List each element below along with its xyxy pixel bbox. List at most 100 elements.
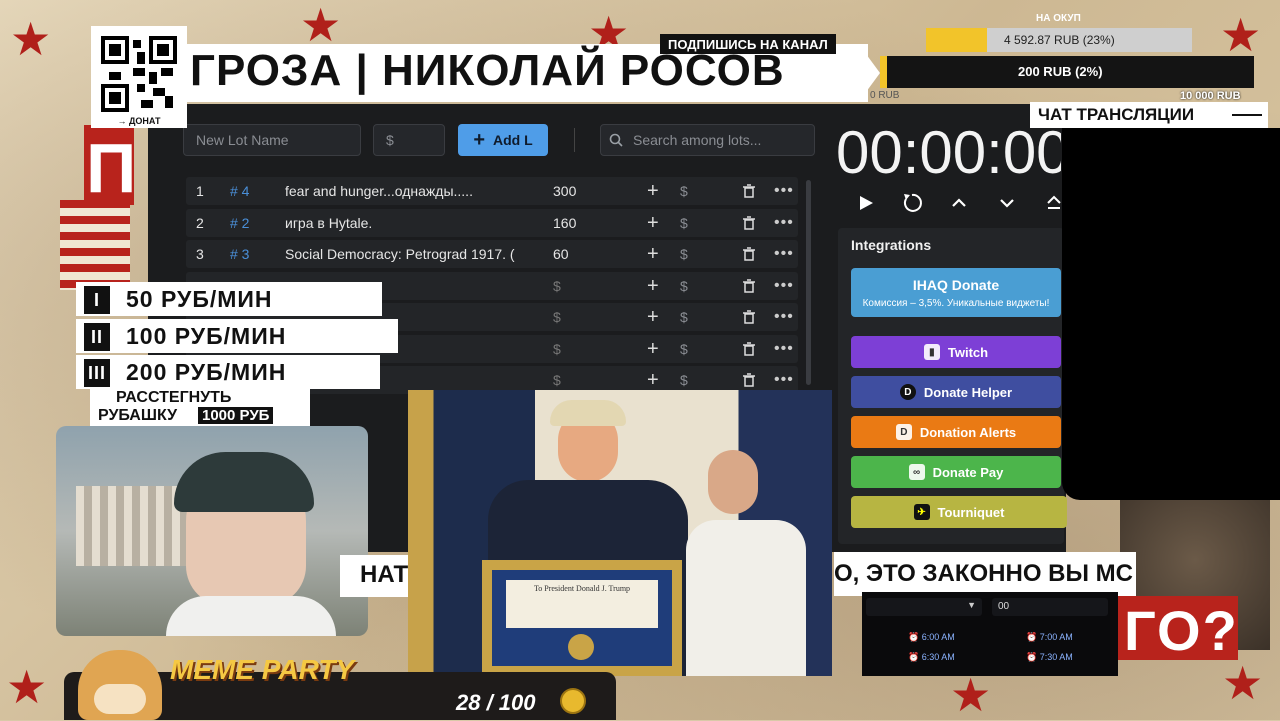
goal-label: НА ОКУП [1036,13,1081,24]
dollar-icon[interactable]: $ [680,246,688,262]
alarm-time[interactable]: ⏰ 6:00 AM [908,632,955,643]
ticker-left-box: НАТ [340,555,410,597]
lot-name-input[interactable]: New Lot Name [183,124,361,156]
doge-icon [78,650,162,720]
add-amount-button[interactable]: + [647,338,659,361]
donate-helper-icon: D [899,384,916,400]
dollar-icon[interactable]: $ [680,215,688,231]
lot-row[interactable]: 3 # 3 Social Democracy: Petrograd 1917. … [186,240,798,268]
lot-amount[interactable]: $ [553,372,561,388]
poster-word-left: П [86,129,137,207]
lot-amount[interactable]: 160 [553,215,576,231]
more-icon[interactable]: ••• [774,340,794,358]
add-amount-button[interactable]: + [647,212,659,235]
lot-price-input[interactable]: $ [373,124,445,156]
add-amount-button[interactable]: + [647,306,659,329]
lot-name[interactable]: fear and hunger...однажды..... [285,183,519,199]
lots-scrollbar[interactable] [806,180,811,385]
alarm-time[interactable]: ⏰ 6:30 AM [908,652,955,663]
lot-amount[interactable]: $ [553,278,561,294]
trash-icon[interactable] [742,247,756,261]
tourniquet-icon: ✈ [913,504,930,520]
donate-pay-button[interactable]: ∞ Donate Pay [851,456,1061,488]
lot-number: 2 [196,215,204,231]
trash-icon[interactable] [742,310,756,324]
search-input[interactable]: Search among lots... [600,124,815,156]
alarm-hour-input[interactable]: 00 [992,598,1108,616]
tourniquet-button[interactable]: ✈ Tourniquet [851,496,1067,528]
donate-helper-button[interactable]: D Donate Helper [851,376,1061,408]
meme-count: 28 / 100 [456,690,536,715]
alarm-time[interactable]: ⏰ 7:00 AM [1026,632,1073,643]
reset-icon[interactable] [901,192,923,214]
lot-id: # 2 [230,215,250,231]
qr-code-icon[interactable] [101,36,177,112]
tourniquet-label: Tourniquet [937,504,1005,520]
shirt-line2: РУБАШКУ [98,407,178,424]
play-icon[interactable] [857,194,875,212]
tier-number: III [82,357,112,389]
lot-name[interactable]: игра в Hytale. [285,215,519,231]
donate-pay-icon: ∞ [908,464,925,480]
dollar-icon[interactable]: $ [680,372,688,388]
trash-icon[interactable] [742,279,756,293]
alarm-select[interactable]: ▼ [866,598,982,616]
more-icon[interactable]: ••• [774,277,794,295]
search-icon [609,133,623,147]
price-tier: III 200 РУБ/МИН [76,355,380,389]
star-icon: ★ [950,669,992,721]
lot-row[interactable]: 2 # 2 игра в Hytale. 160 + $ ••• [186,209,798,237]
add-amount-button[interactable]: + [647,369,659,392]
more-icon[interactable]: ••• [774,308,794,326]
trash-icon[interactable] [742,216,756,230]
chevron-up-icon[interactable] [950,195,968,211]
chevron-down-icon[interactable] [998,195,1016,211]
twitch-icon: ▮ [923,344,940,360]
double-chevron-up-icon[interactable] [1045,194,1063,212]
tier-number: II [82,321,112,353]
lot-amount[interactable]: 60 [553,246,569,262]
more-icon[interactable]: ••• [774,214,794,232]
lot-name[interactable]: Social Democracy: Petrograd 1917. ( [285,246,519,262]
star-icon: ★ [1222,657,1264,709]
ihaq-donate-label: IHAQ Donate [912,277,1000,293]
donation-alerts-icon: D [895,424,912,440]
lot-amount[interactable]: $ [553,341,561,357]
ihaq-donate-button[interactable]: IHAQ Donate Комиссия – 3,5%. Уникальные … [851,268,1061,317]
ticker-right-text: О, ЭТО ЗАКОННО ВЫ МС [834,560,1133,587]
tier-label: 200 РУБ/МИН [126,358,287,385]
subscribe-banner: ПОДПИШИСЬ НА КАНАЛ [660,34,836,54]
more-icon[interactable]: ••• [774,245,794,263]
lot-id: # 4 [230,183,250,199]
lot-amount[interactable]: $ [553,309,561,325]
lot-id: # 3 [230,246,250,262]
trash-icon[interactable] [742,342,756,356]
timer-display: 00:00:00 [836,119,1061,186]
goal-amount: 4 592.87 RUB (23%) [1004,33,1115,47]
tier-label: 50 РУБ/МИН [126,285,273,312]
dollar-icon[interactable]: $ [680,341,688,357]
donate-helper-label: Donate Helper [923,384,1013,400]
dollar-icon[interactable]: $ [680,183,688,199]
lot-row[interactable]: 1 # 4 fear and hunger...однажды..... 300… [186,177,798,205]
more-icon[interactable]: ••• [774,182,794,200]
alarm-time[interactable]: ⏰ 7:30 AM [1026,652,1073,663]
twitch-button[interactable]: ▮ Twitch [851,336,1061,368]
award-frame: To President Donald J. Trump [482,560,682,676]
trash-icon[interactable] [742,373,756,387]
trash-icon[interactable] [742,184,756,198]
add-amount-button[interactable]: + [647,180,659,203]
add-amount-button[interactable]: + [647,243,659,266]
ihaq-donate-subtitle: Комиссия – 3,5%. Уникальные виджеты! [862,298,1050,309]
person2-face [708,450,758,514]
add-amount-button[interactable]: + [647,275,659,298]
more-icon[interactable]: ••• [774,371,794,389]
plus-icon: + [473,128,486,151]
star-icon: ★ [6,661,48,713]
dollar-icon[interactable]: $ [680,278,688,294]
lot-amount[interactable]: 300 [553,183,576,199]
donation-alerts-button[interactable]: D Donation Alerts [851,416,1061,448]
poster-word-right: ГО? [1124,599,1239,662]
dollar-icon[interactable]: $ [680,309,688,325]
add-lot-button[interactable]: + Add L [458,124,548,156]
